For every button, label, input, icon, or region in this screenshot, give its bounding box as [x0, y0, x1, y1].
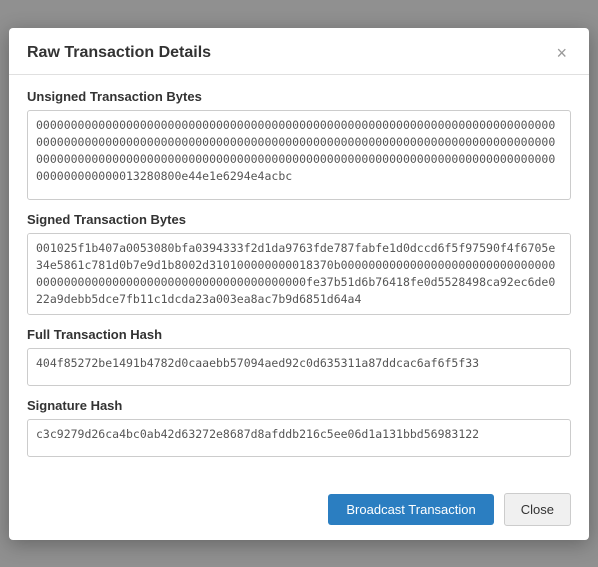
modal-overlay: Raw Transaction Details × Unsigned Trans…	[0, 0, 598, 567]
signed-bytes-section: Signed Transaction Bytes 001025f1b407a00…	[27, 212, 571, 315]
sig-hash-section: Signature Hash c3c9279d26ca4bc0ab42d6327…	[27, 398, 571, 457]
unsigned-bytes-value[interactable]: 0000000000000000000000000000000000000000…	[27, 110, 571, 200]
unsigned-bytes-label: Unsigned Transaction Bytes	[27, 89, 571, 104]
full-hash-label: Full Transaction Hash	[27, 327, 571, 342]
modal-header: Raw Transaction Details ×	[9, 28, 589, 75]
modal-title: Raw Transaction Details	[27, 44, 211, 62]
close-button[interactable]: Close	[504, 493, 571, 526]
unsigned-bytes-section: Unsigned Transaction Bytes 0000000000000…	[27, 89, 571, 200]
signed-bytes-value[interactable]: 001025f1b407a0053080bfa0394333f2d1da9763…	[27, 233, 571, 315]
sig-hash-value[interactable]: c3c9279d26ca4bc0ab42d63272e8687d8afddb21…	[27, 419, 571, 457]
modal-dialog: Raw Transaction Details × Unsigned Trans…	[9, 28, 589, 540]
full-hash-section: Full Transaction Hash 404f85272be1491b47…	[27, 327, 571, 386]
modal-body: Unsigned Transaction Bytes 0000000000000…	[9, 75, 589, 483]
signed-bytes-label: Signed Transaction Bytes	[27, 212, 571, 227]
modal-footer: Broadcast Transaction Close	[9, 483, 589, 540]
sig-hash-label: Signature Hash	[27, 398, 571, 413]
broadcast-transaction-button[interactable]: Broadcast Transaction	[328, 494, 493, 525]
close-icon[interactable]: ×	[552, 42, 571, 64]
full-hash-value[interactable]: 404f85272be1491b4782d0caaebb57094aed92c0…	[27, 348, 571, 386]
